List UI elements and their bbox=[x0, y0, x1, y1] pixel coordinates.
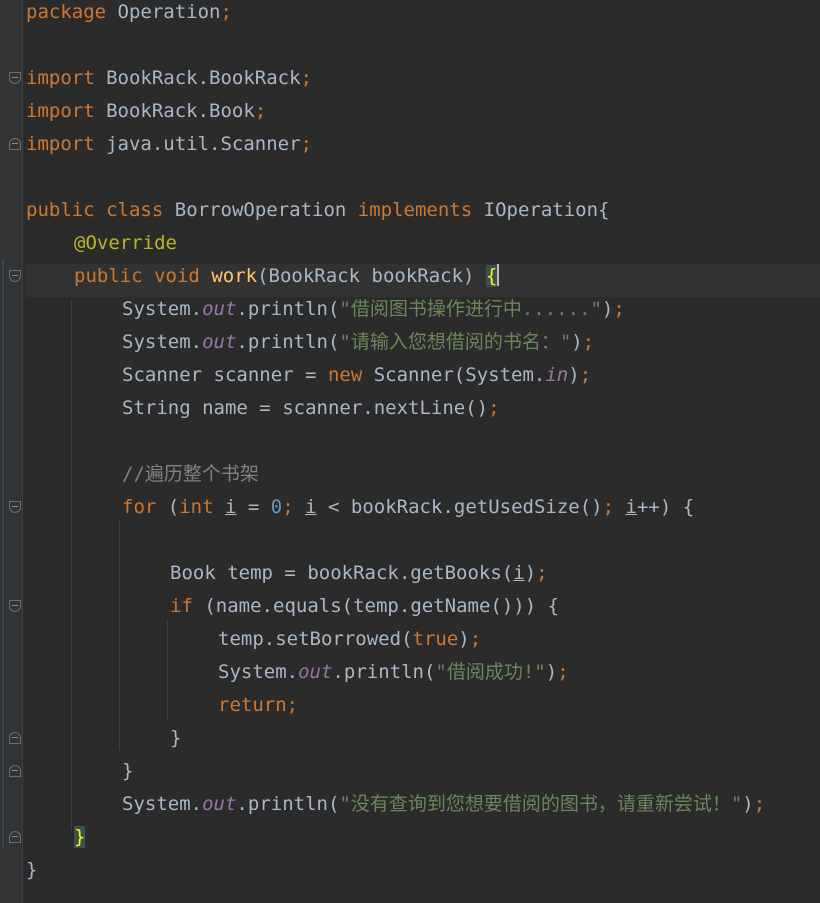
keyword: import bbox=[26, 133, 95, 155]
fold-for-icon[interactable] bbox=[9, 501, 21, 513]
string-literal: "借阅成功!" bbox=[435, 661, 546, 683]
fold-method-end-icon[interactable] bbox=[9, 831, 21, 843]
code-line-14[interactable] bbox=[26, 429, 820, 462]
code-line-21[interactable]: System.out.println("借阅成功!"); bbox=[26, 660, 820, 693]
code-line-18[interactable]: Book temp = bookRack.getBooks(i); bbox=[26, 561, 820, 594]
string-literal: "借阅图书操作进行中......" bbox=[339, 298, 602, 320]
identifier: bookRack bbox=[371, 265, 464, 287]
string-literal: "没有查询到您想要借阅的图书，请重新尝试！" bbox=[339, 793, 743, 815]
fold-if-end-icon[interactable] bbox=[9, 732, 21, 744]
string-literal: "请输入您想借阅的书名：" bbox=[339, 331, 572, 353]
code-line-4[interactable]: import BookRack.Book; bbox=[26, 99, 820, 132]
code-line-19[interactable]: if (name.equals(temp.getName())) { bbox=[26, 594, 820, 627]
keyword: import bbox=[26, 100, 95, 122]
keyword: import bbox=[26, 67, 95, 89]
identifier: Operation bbox=[117, 1, 221, 23]
keyword: implements bbox=[357, 199, 473, 221]
matched-brace: } bbox=[74, 826, 86, 848]
code-line-27[interactable]: } bbox=[26, 858, 820, 891]
code-line-8[interactable]: @Override bbox=[26, 231, 820, 264]
code-line-12[interactable]: Scanner scanner = new Scanner(System.in)… bbox=[26, 363, 820, 396]
code-line-15[interactable]: //遍历整个书架 bbox=[26, 462, 820, 495]
code-line-6[interactable] bbox=[26, 165, 820, 198]
identifier: BorrowOperation bbox=[174, 199, 347, 221]
fold-imports-end-icon[interactable] bbox=[9, 138, 21, 150]
code-line-5[interactable]: import java.util.Scanner; bbox=[26, 132, 820, 165]
annotation: @Override bbox=[74, 232, 177, 254]
code-line-26[interactable]: } bbox=[26, 825, 820, 858]
code-line-3[interactable]: import BookRack.BookRack; bbox=[26, 66, 820, 99]
code-editor[interactable]: package Operation; import BookRack.BookR… bbox=[0, 0, 820, 903]
identifier: java.util.Scanner bbox=[106, 133, 301, 155]
code-line-22[interactable]: return; bbox=[26, 693, 820, 726]
keyword: public bbox=[26, 199, 95, 221]
editor-gutter bbox=[0, 0, 23, 903]
fold-if-icon[interactable] bbox=[9, 600, 21, 612]
identifier: BookRack.Book bbox=[106, 100, 255, 122]
code-line-20[interactable]: temp.setBorrowed(true); bbox=[26, 627, 820, 660]
code-line-23[interactable]: } bbox=[26, 726, 820, 759]
fold-for-end-icon[interactable] bbox=[9, 765, 21, 777]
code-line-11[interactable]: System.out.println("请输入您想借阅的书名："); bbox=[26, 330, 820, 363]
keyword: void bbox=[154, 265, 200, 287]
keyword: class bbox=[106, 199, 164, 221]
code-line-2[interactable] bbox=[26, 33, 820, 66]
identifier: BookRack bbox=[268, 265, 361, 287]
code-line-13[interactable]: String name = scanner.nextLine(); bbox=[26, 396, 820, 429]
keyword: public bbox=[74, 265, 143, 287]
fold-imports-icon[interactable] bbox=[9, 72, 21, 84]
comment: //遍历整个书架 bbox=[122, 463, 259, 485]
code-line-7[interactable]: public class BorrowOperation implements … bbox=[26, 198, 820, 231]
code-line-9[interactable]: public void work(BookRack bookRack) { bbox=[26, 264, 820, 297]
code-line-17[interactable] bbox=[26, 528, 820, 561]
fold-method-icon[interactable] bbox=[9, 270, 21, 282]
code-area[interactable]: package Operation; import BookRack.BookR… bbox=[26, 0, 820, 891]
code-line-16[interactable]: for (int i = 0; i < bookRack.getUsedSize… bbox=[26, 495, 820, 528]
keyword: package bbox=[26, 1, 107, 23]
matched-brace: { bbox=[485, 265, 498, 287]
identifier: IOperation bbox=[483, 199, 599, 221]
code-line-10[interactable]: System.out.println("借阅图书操作进行中......"); bbox=[26, 297, 820, 330]
change-marker bbox=[2, 259, 4, 849]
identifier: BookRack.BookRack bbox=[106, 67, 301, 89]
code-line-24[interactable]: } bbox=[26, 759, 820, 792]
code-line-1[interactable]: package Operation; bbox=[26, 0, 820, 33]
code-line-25[interactable]: System.out.println("没有查询到您想要借阅的图书，请重新尝试！… bbox=[26, 792, 820, 825]
text-caret bbox=[497, 264, 500, 286]
method-name: work bbox=[211, 265, 258, 287]
